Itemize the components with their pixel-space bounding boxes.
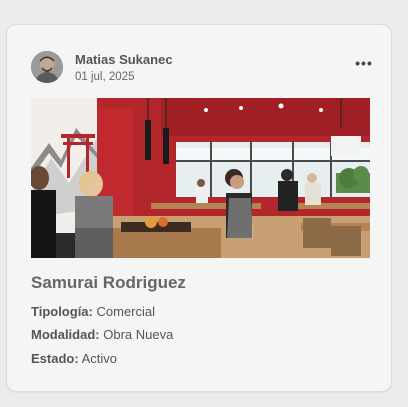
avatar[interactable] [31, 51, 63, 83]
project-photo[interactable] [31, 98, 370, 258]
detail-value: Obra Nueva [103, 327, 174, 342]
detail-modalidad: Modalidad: Obra Nueva [31, 327, 173, 342]
detail-estado: Estado: Activo [31, 351, 117, 366]
project-card[interactable]: Matias Sukanec 01 jul, 2025 ••• Samurai … [6, 24, 392, 392]
detail-value: Comercial [96, 304, 156, 319]
project-title[interactable]: Samurai Rodriguez [31, 273, 186, 293]
more-icon: ••• [355, 55, 373, 71]
post-date: 01 jul, 2025 [75, 71, 135, 83]
detail-value: Activo [81, 351, 117, 366]
card-header: Matias Sukanec 01 jul, 2025 ••• [31, 51, 372, 85]
more-options-button[interactable]: ••• [353, 55, 375, 73]
author-name: Matias Sukanec [75, 52, 173, 67]
detail-label: Estado: [31, 351, 79, 366]
detail-tipologia: Tipología: Comercial [31, 304, 155, 319]
detail-label: Tipología: [31, 304, 93, 319]
detail-label: Modalidad: [31, 327, 100, 342]
